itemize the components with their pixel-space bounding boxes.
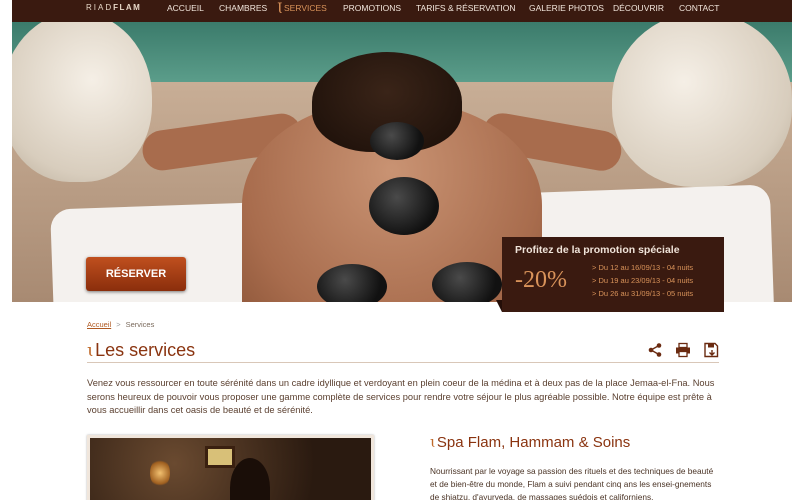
nav-item-chambres[interactable]: CHAMBRES: [219, 3, 267, 13]
lamp: [150, 458, 170, 488]
reserve-button[interactable]: RÉSERVER: [86, 257, 186, 291]
hot-stone: [432, 262, 502, 302]
logo-light: RIAD: [86, 3, 114, 12]
section-title: ɩSpa Flam, Hammam & Soins: [430, 433, 630, 451]
share-icon[interactable]: [647, 342, 663, 358]
nav-item-tarifs[interactable]: TARIFS & RÉSERVATION: [416, 3, 516, 13]
section-text: Nourrissant par le voyage sa passion des…: [430, 466, 714, 500]
promo-box[interactable]: Profitez de la promotion spéciale -20% >…: [496, 237, 724, 312]
promo-line[interactable]: > Du 19 au 23/09/13 - 04 nuits: [592, 276, 693, 285]
promo-line[interactable]: > Du 12 au 16/09/13 - 04 nuits: [592, 263, 693, 272]
nav-item-services-label: SERVICES: [284, 3, 327, 13]
breadcrumb: Accueil > Services: [87, 320, 154, 329]
section-title-text: Spa Flam, Hammam & Soins: [436, 434, 631, 451]
spa-photo: [87, 435, 374, 500]
logo[interactable]: RIADFLAM: [86, 3, 141, 12]
logo-bold: FLAM: [113, 3, 142, 12]
swirl-icon: ɩ: [87, 340, 95, 361]
save-icon[interactable]: [703, 342, 719, 358]
promo-title: Profitez de la promotion spéciale: [515, 244, 680, 256]
right-urn: [612, 22, 792, 187]
page-title-text: Les services: [95, 340, 196, 360]
intro-paragraph: Venez vous ressourcer en toute sérénité …: [87, 378, 715, 415]
breadcrumb-separator: >: [116, 320, 121, 329]
nav-item-accueil[interactable]: ACCUEIL: [167, 3, 204, 13]
hot-stone: [369, 177, 439, 235]
title-divider: [87, 362, 719, 363]
nav-item-promotions[interactable]: PROMOTIONS: [343, 3, 401, 13]
hot-stone: [317, 264, 387, 302]
promo-line[interactable]: > Du 26 au 31/09/13 - 05 nuits: [592, 289, 693, 298]
promo-discount: -20%: [515, 267, 567, 293]
page-title: ɩLes services: [87, 340, 195, 361]
nav-item-services[interactable]: ɩ SERVICES: [277, 1, 327, 17]
breadcrumb-current: Services: [125, 320, 155, 329]
hot-stone: [370, 122, 424, 160]
breadcrumb-home[interactable]: Accueil: [87, 320, 111, 329]
nav-item-contact[interactable]: CONTACT: [679, 3, 719, 13]
window: [205, 446, 235, 468]
therapist: [230, 458, 270, 500]
print-icon[interactable]: [675, 342, 691, 358]
left-urn: [12, 22, 152, 182]
swirl-icon: ɩ: [430, 433, 436, 451]
nav-item-decouvrir[interactable]: DÉCOUVRIR: [613, 3, 664, 13]
top-navigation: RIADFLAM ACCUEIL CHAMBRES ɩ SERVICES PROM…: [12, 0, 792, 22]
nav-item-galerie[interactable]: GALERIE PHOTOS: [529, 3, 604, 13]
swirl-icon: ɩ: [277, 1, 283, 17]
